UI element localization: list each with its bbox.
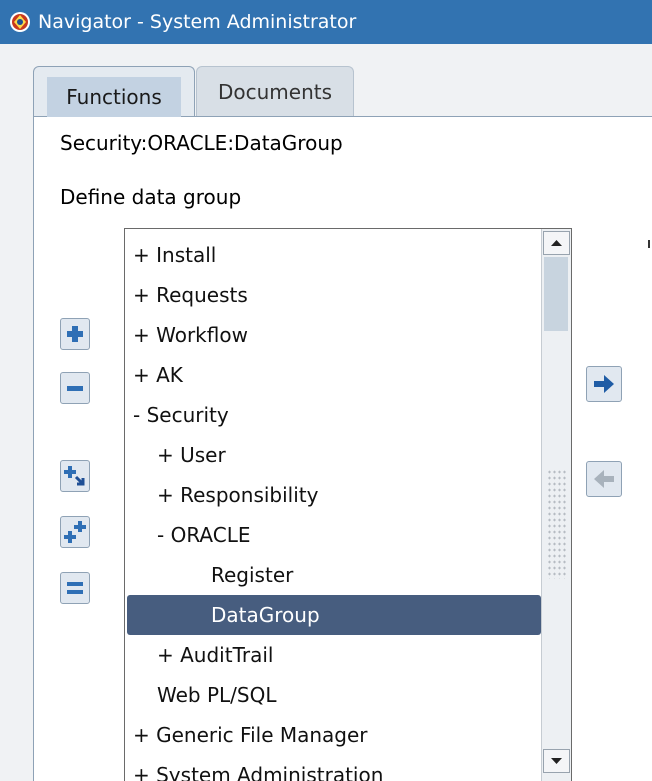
tree-item-label: Register [211, 563, 294, 587]
plus-icon [67, 326, 83, 342]
tab-functions[interactable]: Functions [33, 66, 195, 117]
tab-documents[interactable]: Documents [196, 66, 354, 116]
tree-item[interactable]: + Requests [127, 275, 541, 315]
scroll-down-button[interactable] [543, 749, 570, 773]
tree-item-label: + AK [133, 363, 183, 387]
tree-item[interactable]: + Generic File Manager [127, 715, 541, 755]
top-ten-list-edge [648, 240, 650, 248]
tree-item-label: + Workflow [133, 323, 248, 347]
tree-item[interactable]: + Workflow [127, 315, 541, 355]
tree-item-label: - Security [133, 403, 229, 427]
scroll-up-button[interactable] [543, 231, 570, 255]
tree-item[interactable]: + Responsibility [127, 475, 541, 515]
tree-item[interactable]: + User [127, 435, 541, 475]
tree-item-label: Web PL/SQL [157, 683, 277, 707]
collapse-all-icon [67, 582, 83, 594]
window-title: Navigator - System Administrator [38, 11, 357, 33]
tree-item-label: + Requests [133, 283, 248, 307]
tree-item-selected[interactable]: DataGroup [127, 595, 541, 635]
navigator-window: Navigator - System Administrator Functio… [0, 0, 652, 781]
tree-item[interactable]: - ORACLE [127, 515, 541, 555]
function-tree[interactable]: + Install + Requests + Workflow + AK - Secur… [124, 228, 572, 781]
expand-branch-button[interactable] [60, 460, 90, 492]
collapse-button[interactable] [60, 372, 90, 404]
triangle-up-icon [551, 240, 562, 246]
tree-scrollbar[interactable] [541, 229, 571, 781]
expand-branch-icon [64, 466, 85, 486]
tree-item-label: + Responsibility [157, 483, 319, 507]
expand-all-icon [64, 521, 86, 543]
scrollbar-thumb[interactable] [544, 257, 568, 331]
expand-button[interactable] [60, 318, 90, 350]
minus-icon [67, 386, 83, 391]
tree-item[interactable]: + AK [127, 355, 541, 395]
oracle-app-icon [10, 12, 30, 32]
scrollbar-grip [547, 469, 567, 579]
add-to-top-ten-button[interactable] [586, 366, 622, 402]
tree-item[interactable]: + System Administration [127, 755, 541, 781]
triangle-down-icon [551, 758, 562, 764]
tree-item-label: + AuditTrail [157, 643, 274, 667]
arrow-right-icon [594, 375, 614, 393]
tree-item[interactable]: Register [127, 555, 541, 595]
tab-functions-label: Functions [47, 77, 181, 117]
tree-item-label: + System Administration [133, 763, 384, 781]
title-bar[interactable]: Navigator - System Administrator [0, 0, 652, 44]
tree-item-label: + Install [133, 243, 217, 267]
tree-item-label: DataGroup [211, 603, 320, 627]
function-path: Security:ORACLE:DataGroup [60, 131, 343, 155]
remove-from-top-ten-button[interactable] [586, 461, 622, 497]
expand-all-button[interactable] [60, 516, 90, 548]
tree-item-label: - ORACLE [157, 523, 251, 547]
tab-documents-label: Documents [217, 80, 333, 104]
tree-item[interactable]: - Security [127, 395, 541, 435]
tree-item[interactable]: Web PL/SQL [127, 675, 541, 715]
tree-item[interactable]: + Install [127, 235, 541, 275]
collapse-all-button[interactable] [60, 572, 90, 604]
tree-item-label: + User [157, 443, 226, 467]
function-description: Define data group [60, 185, 242, 209]
tree-item-label: + Generic File Manager [133, 723, 368, 747]
tree-item[interactable]: + AuditTrail [127, 635, 541, 675]
arrow-left-icon [594, 470, 614, 488]
